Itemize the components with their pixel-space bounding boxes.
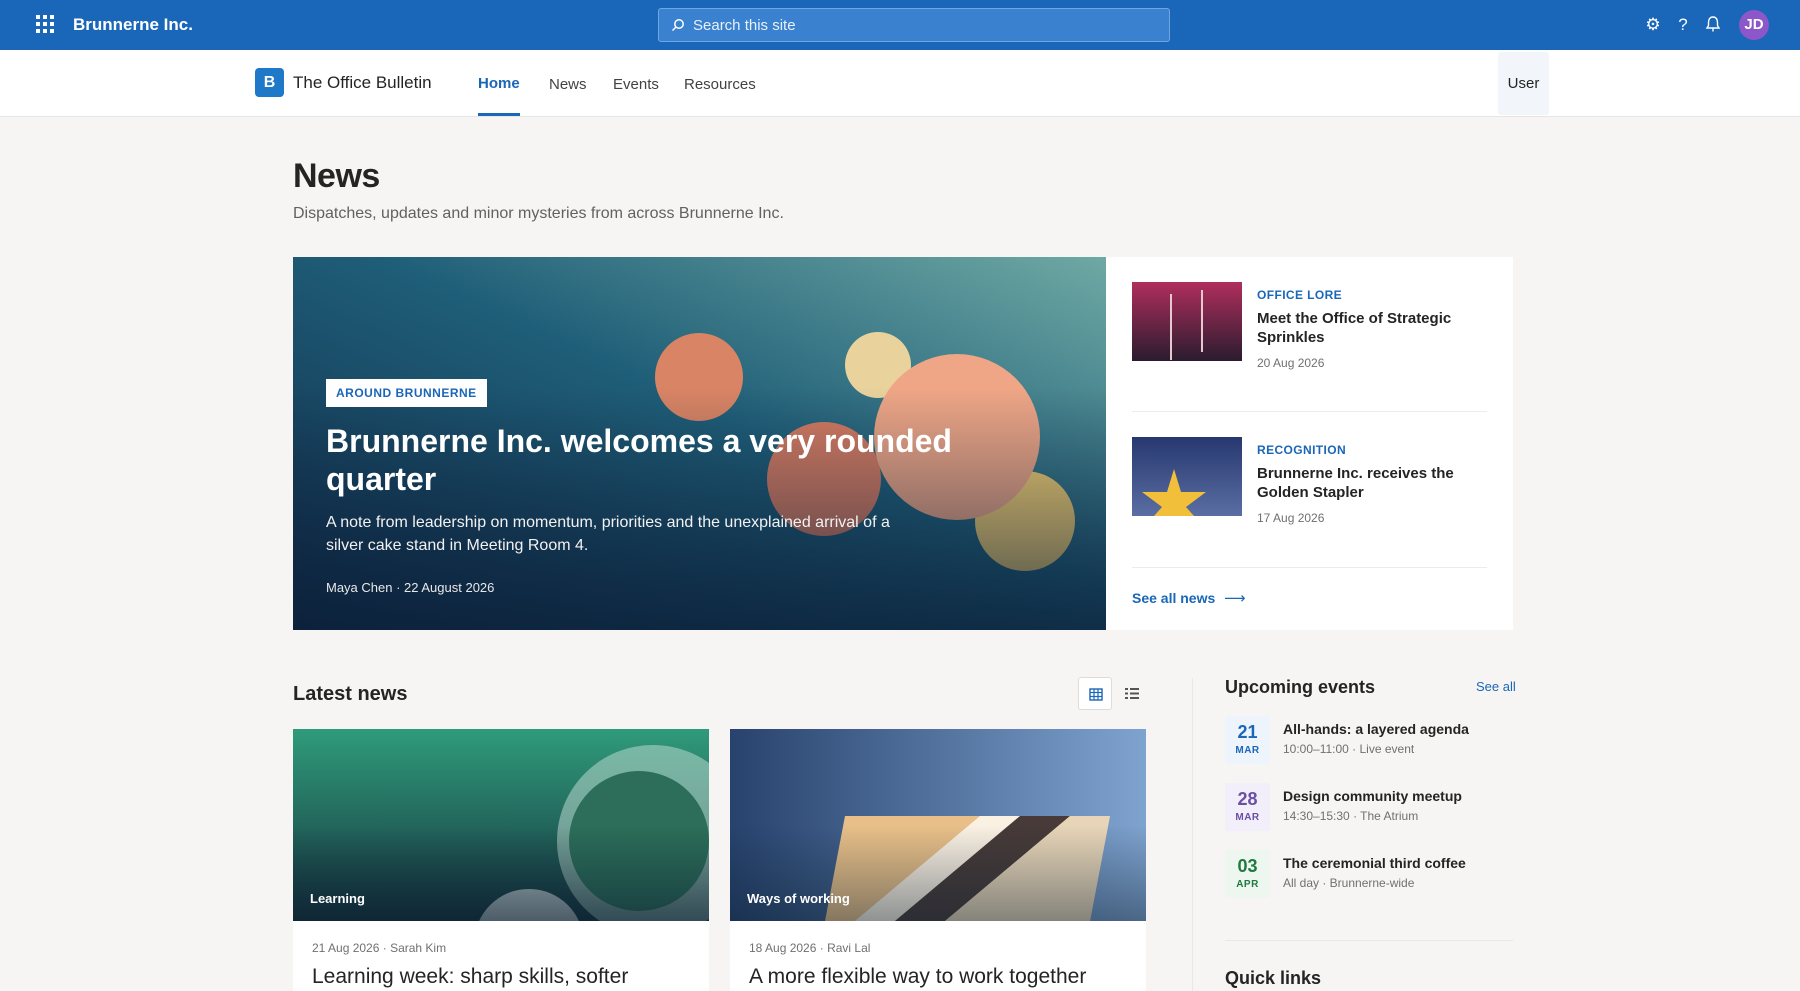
suite-bar: Brunnerne Inc. Search this site ⚙ ? JD [0,0,1800,50]
divider [1132,411,1487,412]
news-card-meta: 18 Aug 2026 · Ravi Lal [749,941,871,955]
search-placeholder: Search this site [693,17,796,34]
gear-icon[interactable]: ⚙ [1644,15,1662,35]
news-card[interactable]: Learning 21 Aug 2026 · Sarah Kim Learnin… [293,729,709,991]
news-thumbnail[interactable] [1132,282,1242,361]
org-name[interactable]: Brunnerne Inc. [73,15,193,35]
waffle-icon[interactable] [36,15,54,33]
hero-meta: Maya Chen · 22 August 2026 [326,580,495,595]
column-divider [1192,678,1193,991]
event-details: 10:00–11:00 · Live event [1283,742,1415,756]
arrow-right-icon[interactable]: ⟶ [1224,589,1246,607]
divider [1132,567,1487,568]
site-header: B The Office Bulletin Home News Events R… [0,50,1800,117]
news-card-meta: 21 Aug 2026 · Sarah Kim [312,941,447,955]
event-details: All day · Brunnerne-wide [1283,876,1415,890]
news-date: 20 Aug 2026 [1257,356,1325,370]
nav-news[interactable]: News [549,76,587,93]
side-news-panel: OFFICE LORE Meet the Office of Strategic… [1106,257,1513,630]
avatar[interactable]: JD [1739,10,1769,40]
events-heading: Upcoming events [1225,677,1376,697]
divider [1225,940,1513,941]
hero-category-tag[interactable]: AROUND BRUNNERNE [326,379,487,407]
event-day: 28 [1237,789,1258,809]
news-thumbnail[interactable] [1132,437,1242,516]
search-icon [671,19,684,32]
event-details: 14:30–15:30 · The Atrium [1283,809,1419,823]
event-month: MAR [1235,745,1260,756]
event-date-badge[interactable]: 28 MAR [1225,783,1270,831]
nav-events[interactable]: Events [613,76,659,93]
event-title[interactable]: Design community meetup [1283,788,1462,804]
help-icon[interactable]: ? [1674,15,1692,35]
quick-links-heading: Quick links [1225,968,1322,988]
hero-title[interactable]: Brunnerne Inc. welcomes a very rounded q… [326,422,966,498]
news-title[interactable]: Brunnerne Inc. receives the Golden Stapl… [1257,464,1487,502]
page-title: News [293,157,380,195]
event-month: APR [1236,879,1259,890]
news-card[interactable]: Ways of working 18 Aug 2026 · Ravi Lal A… [730,729,1146,991]
news-card-tag[interactable]: Learning [310,891,365,906]
list-view-button[interactable] [1115,677,1149,710]
event-title[interactable]: The ceremonial third coffee [1283,855,1466,871]
event-date-badge[interactable]: 03 APR [1225,850,1270,898]
search-input[interactable]: Search this site [658,8,1170,42]
hero-description: A note from leadership on momentum, prio… [326,514,890,554]
news-category[interactable]: RECOGNITION [1257,443,1346,457]
notification-icon[interactable] [1704,15,1722,33]
news-date: 17 Aug 2026 [1257,511,1325,525]
see-all-news-link[interactable]: See all news [1132,590,1215,606]
event-month: MAR [1235,812,1260,823]
news-category[interactable]: OFFICE LORE [1257,288,1342,302]
events-see-all-link[interactable]: See all [1476,679,1516,694]
news-card-tag[interactable]: Ways of working [747,891,850,906]
nav-home[interactable]: Home [478,75,520,92]
news-card-title[interactable]: A more flexible way to work together [749,965,1129,989]
latest-news-heading: Latest news [293,683,408,705]
event-day: 03 [1237,856,1258,876]
news-card-title[interactable]: Learning week: sharp skills, softer [312,965,692,989]
event-date-badge[interactable]: 21 MAR [1225,716,1270,764]
user-button[interactable]: User [1498,52,1549,115]
grid-view-button[interactable] [1078,677,1112,710]
event-day: 21 [1237,722,1258,742]
event-title[interactable]: All-hands: a layered agenda [1283,721,1469,737]
nav-resources[interactable]: Resources [684,76,756,93]
news-title[interactable]: Meet the Office of Strategic Sprinkles [1257,309,1487,347]
site-title[interactable]: The Office Bulletin [293,73,432,93]
nav-active-indicator [478,113,520,116]
hero-news[interactable]: AROUND BRUNNERNE Brunnerne Inc. welcomes… [293,257,1106,630]
site-logo[interactable]: B [255,68,284,97]
grid-icon [1089,688,1103,701]
list-icon [1125,688,1139,699]
page-subtitle: Dispatches, updates and minor mysteries … [293,205,784,222]
